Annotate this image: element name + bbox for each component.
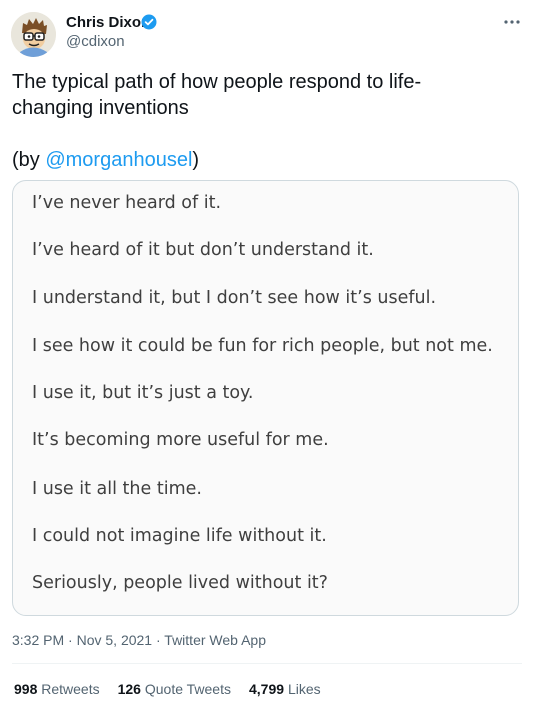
- tweet-text: The typical path of how people respond t…: [12, 69, 512, 173]
- verified-badge-icon: [141, 14, 157, 30]
- meta-separator: ·: [64, 632, 77, 648]
- media-line: Seriously, people lived without it?: [32, 573, 328, 593]
- tweet-source[interactable]: Twitter Web App: [164, 632, 266, 648]
- more-options-icon[interactable]: [502, 14, 522, 30]
- tweet-time[interactable]: 3:32 PM: [12, 632, 64, 648]
- retweets-count: 998: [14, 681, 38, 697]
- quote-tweets-stat[interactable]: 126 Quote Tweets: [118, 680, 231, 698]
- media-line: It’s becoming more useful for me.: [32, 430, 329, 450]
- media-line: I use it, but it’s just a toy.: [32, 383, 254, 403]
- credit-open: (by: [12, 149, 46, 171]
- divider: [12, 663, 522, 664]
- author-avatar[interactable]: [11, 12, 56, 57]
- media-line: I see how it could be fun for rich peopl…: [32, 336, 493, 356]
- retweets-stat[interactable]: 998 Retweets: [14, 680, 100, 698]
- likes-label: Likes: [287, 681, 321, 697]
- engagement-stats: 998 Retweets 126 Quote Tweets 4,799 Like…: [14, 680, 321, 698]
- quote-tweets-label: Quote Tweets: [144, 681, 231, 697]
- tweet-text-line: changing inventions: [12, 97, 189, 119]
- media-line: I could not imagine life without it.: [32, 526, 327, 546]
- credit-close: ): [192, 149, 200, 171]
- quote-tweets-count: 126: [117, 681, 141, 697]
- likes-count: 4,799: [249, 681, 285, 697]
- media-line: I’ve never heard of it.: [32, 193, 222, 213]
- media-line: I understand it, but I don’t see how it’…: [32, 288, 437, 308]
- tweet-credit: (by @morganhousel): [12, 147, 512, 173]
- meta-separator: ·: [152, 632, 165, 648]
- tweet-text-line: The typical path of how people respond t…: [12, 71, 422, 93]
- media-line: I use it all the time.: [32, 479, 202, 499]
- media-image-card[interactable]: I’ve never heard of it. I’ve heard of it…: [12, 180, 519, 616]
- avatar-illustration-icon: [11, 12, 56, 57]
- likes-stat[interactable]: 4,799 Likes: [249, 680, 321, 698]
- mention-link[interactable]: @morganhousel: [45, 149, 192, 171]
- retweets-label: Retweets: [41, 681, 100, 697]
- tweet-timestamp: 3:32 PM · Nov 5, 2021 · Twitter Web App: [12, 631, 266, 649]
- tweet-date[interactable]: Nov 5, 2021: [77, 632, 153, 648]
- media-line: I’ve heard of it but don’t understand it…: [32, 240, 374, 260]
- author-handle[interactable]: @cdixon: [66, 33, 125, 51]
- author-name[interactable]: Chris Dixon: [66, 14, 150, 32]
- tweet-body: The typical path of how people respond t…: [12, 69, 512, 121]
